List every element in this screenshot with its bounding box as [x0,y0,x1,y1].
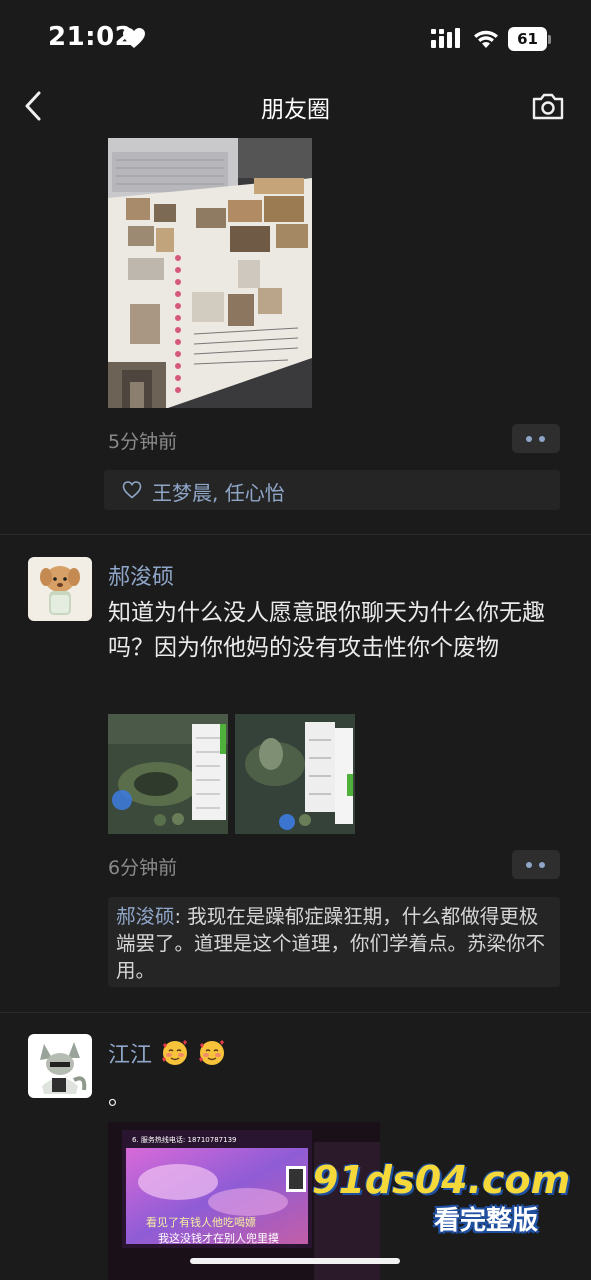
comment-box[interactable]: 郝浚硕: 我现在是躁郁症躁狂期，什么都做得更极端罢了。道理是这个道理，你们学着点… [108,897,560,987]
smiling-face-with-hearts-icon [199,1040,225,1065]
dog-toy-avatar-image [28,557,92,621]
cellular-signal-icon [431,28,460,48]
post-divider [0,534,591,535]
dot-icon [526,862,532,868]
comment-author[interactable]: 郝浚硕 [116,905,175,928]
more-actions-button[interactable] [512,850,560,879]
video-lyric-line-2: 我这没钱才在别人兜里摸 [158,1231,279,1245]
video-lyric-line-1: 看见了有钱人他吃喝嫖 [146,1215,256,1229]
watermark-caption: 看完整版 [434,1206,539,1236]
post-username[interactable]: 江江 [108,1037,226,1069]
post-time: 5分钟前 [108,431,178,453]
post-time: 6分钟前 [108,857,178,879]
navigation-bar: 朋友圈 [0,76,591,138]
post-photo-notebook[interactable] [108,138,312,408]
battery-cap [548,35,551,44]
post-text: 。 [108,1084,131,1110]
dot-icon [526,436,532,442]
avatar[interactable] [28,557,92,621]
post-text: 知道为什么没人愿意跟你聊天为什么你无趣吗？因为你他妈的没有攻击性你个废物 [108,600,545,661]
fox-cartoon-avatar-image [28,1034,92,1098]
battery-icon: 61 [508,27,552,51]
dot-icon [539,436,545,442]
home-indicator[interactable] [190,1258,400,1264]
likes-box: 王梦晨, 任心怡 [104,470,560,510]
heart-icon [123,28,145,48]
comment-text: : 我现在是躁郁症躁狂期，什么都做得更极端罢了。道理是这个道理，你们学着点。苏梁… [116,905,546,982]
wifi-icon [474,30,498,48]
post-divider [0,1012,591,1013]
video-top-text: 6. 服务热线电话: 18710787139 [132,1135,236,1144]
watermark: 91ds04.com 看完整版 [310,1158,570,1238]
status-time: 21:02 [48,22,134,52]
status-bar: 21:02 61 [0,0,591,76]
camera-icon[interactable] [531,91,565,121]
post-username[interactable]: 郝浚硕 [108,559,174,591]
smiling-face-with-hearts-icon [162,1040,188,1065]
post-photo-game-2[interactable] [235,714,355,834]
watermark-site: 91ds04.com [312,1158,571,1202]
game-screenshot-image [108,714,228,834]
notebook-photo-image [108,138,312,408]
game-screenshot-image [235,714,355,834]
page-title: 朋友圈 [261,97,330,123]
more-actions-button[interactable] [512,424,560,453]
heart-outline-icon [122,481,142,499]
avatar[interactable] [28,1034,92,1098]
dot-icon [539,862,545,868]
battery-level: 61 [508,27,547,51]
username-text: 江江 [108,1043,153,1068]
like-names[interactable]: 王梦晨, 任心怡 [152,477,285,506]
post-photo-game-1[interactable] [108,714,228,834]
